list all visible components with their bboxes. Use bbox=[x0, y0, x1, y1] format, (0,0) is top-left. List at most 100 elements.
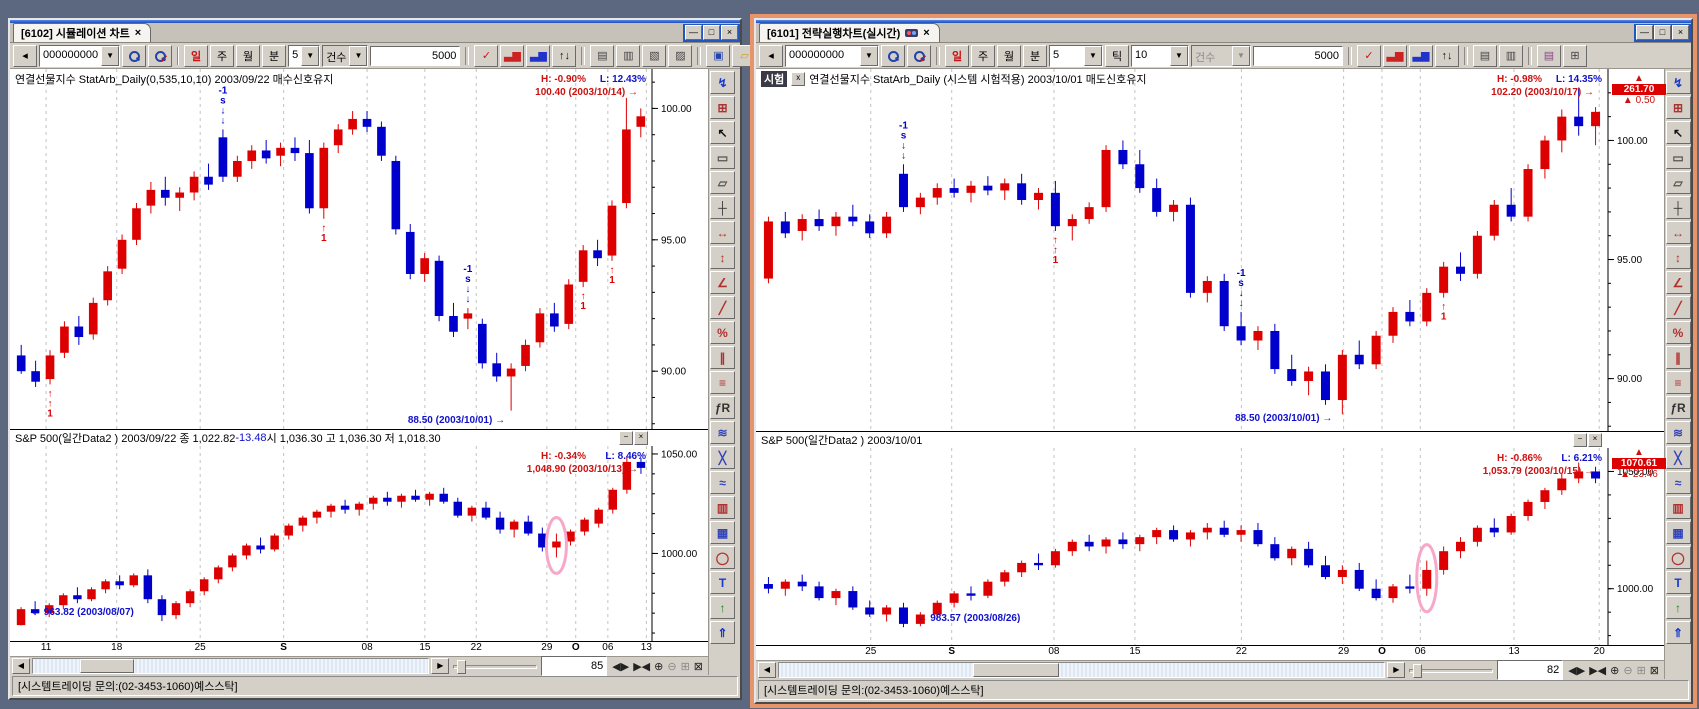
signal-check-icon[interactable]: ✓ bbox=[1357, 45, 1381, 67]
data-report-icon[interactable]: ▤ bbox=[590, 45, 614, 67]
zoom-out-icon[interactable]: ⊖ bbox=[1623, 664, 1632, 677]
grid-toggle-icon[interactable]: ⊞ bbox=[1637, 664, 1646, 677]
volume-histogram-icon[interactable]: ▃▆ bbox=[526, 45, 550, 67]
count-mode-combo[interactable]: 건수 ▼ bbox=[1191, 45, 1251, 67]
scroll-right-button[interactable]: ▶ bbox=[1387, 662, 1405, 678]
period-minute-button[interactable]: 분 bbox=[262, 45, 286, 67]
signal-check-icon[interactable]: ✓ bbox=[474, 45, 498, 67]
print-icon[interactable]: ▤ bbox=[1537, 45, 1561, 67]
zoom-out-icon[interactable]: ⊖ bbox=[667, 660, 676, 673]
select-region-icon[interactable]: ▭ bbox=[1666, 146, 1691, 169]
count-input[interactable] bbox=[370, 46, 460, 66]
percent-line-icon[interactable]: % bbox=[1666, 321, 1691, 344]
scroll-top-icon[interactable]: ⇑ bbox=[710, 621, 735, 644]
chart-copy-icon[interactable]: ▧ bbox=[642, 45, 666, 67]
sort-updown-icon[interactable]: ↑↓ bbox=[1435, 45, 1459, 67]
scrollbar-thumb[interactable] bbox=[973, 663, 1060, 677]
indicator-chart-icon[interactable]: ▦ bbox=[710, 521, 735, 544]
volume-chart-icon[interactable]: ▥ bbox=[710, 496, 735, 519]
period-month-button[interactable]: 월 bbox=[236, 45, 260, 67]
price-histogram-icon[interactable]: ▃▆ bbox=[1383, 45, 1407, 67]
save-icon[interactable]: ▣ bbox=[706, 45, 730, 67]
symbol-code-combo[interactable]: 000000000 ▼ bbox=[39, 45, 120, 67]
test-badge-close-button[interactable]: x bbox=[791, 72, 805, 86]
cursor-icon[interactable]: ↖ bbox=[710, 121, 735, 144]
horizontal-line-icon[interactable]: ↔ bbox=[1666, 221, 1691, 244]
chart-capture-icon[interactable]: ▨ bbox=[668, 45, 692, 67]
chart-layout-icon[interactable]: ⊞ bbox=[710, 96, 735, 119]
horizontal-line-icon[interactable]: ↔ bbox=[710, 221, 735, 244]
cursor-icon[interactable]: ↖ bbox=[1666, 121, 1691, 144]
scroll-right-button[interactable]: ▶ bbox=[431, 658, 449, 674]
close-button[interactable]: × bbox=[1672, 25, 1689, 40]
futures-candlestick-chart[interactable]: 100.0095.0090.00-1s↓↓↑↑1-1s↓↓↑1H: -0.98%… bbox=[756, 69, 1664, 431]
eraser-icon[interactable]: ▱ bbox=[1666, 171, 1691, 194]
scroll-left-button[interactable]: ◀ bbox=[12, 658, 30, 674]
tab-simulation-chart[interactable]: [6102] 시뮬레이션 차트 × bbox=[13, 23, 151, 42]
scroll-tabs-left-button[interactable]: ◂ bbox=[759, 45, 783, 67]
percent-line-icon[interactable]: % bbox=[710, 321, 735, 344]
sp500-candlestick-chart[interactable]: 1050.001000.00H: -0.86%L: 6.21%1,053.79 … bbox=[756, 448, 1664, 645]
trendline-icon[interactable]: ╱ bbox=[710, 296, 735, 319]
search-button[interactable] bbox=[881, 45, 905, 67]
symbol-code-combo[interactable]: 000000000 ▼ bbox=[785, 45, 879, 67]
scrollbar-thumb[interactable] bbox=[80, 659, 133, 673]
period-minute-button[interactable]: 분 bbox=[1023, 45, 1047, 67]
period-day-button[interactable]: 일 bbox=[945, 45, 969, 67]
zoom-slider-handle[interactable] bbox=[1413, 664, 1422, 678]
chart-layout-icon[interactable]: ⊞ bbox=[1666, 96, 1691, 119]
minimize-pane-button[interactable]: − bbox=[619, 431, 633, 445]
text-tool-icon[interactable]: T bbox=[710, 571, 735, 594]
minimize-button[interactable]: — bbox=[685, 25, 702, 40]
restore-button[interactable]: □ bbox=[703, 25, 720, 40]
minimize-pane-button[interactable]: − bbox=[1573, 433, 1587, 447]
wave-icon[interactable]: ≈ bbox=[1666, 471, 1691, 494]
realtime-report-icon[interactable]: ▥ bbox=[616, 45, 640, 67]
interval-combo[interactable]: 5 ▼ bbox=[288, 45, 320, 67]
vertical-line-icon[interactable]: ↕ bbox=[710, 246, 735, 269]
sp500-candlestick-chart[interactable]: 1050.001000.00H: -0.34%L: 8.46%1,048.90 … bbox=[10, 446, 708, 641]
volume-histogram-icon[interactable]: ▃▆ bbox=[1409, 45, 1433, 67]
trendline-icon[interactable]: ╱ bbox=[1666, 296, 1691, 319]
hatch-lines-icon[interactable]: ≋ bbox=[710, 421, 735, 444]
angle-tool-icon[interactable]: ∠ bbox=[1666, 271, 1691, 294]
channel-icon[interactable]: ∥ bbox=[710, 346, 735, 369]
close-pane-button[interactable]: × bbox=[1588, 433, 1602, 447]
eraser-icon[interactable]: ▱ bbox=[710, 171, 735, 194]
price-histogram-icon[interactable]: ▃▆ bbox=[500, 45, 524, 67]
crosshair-icon[interactable]: ┼ bbox=[710, 196, 735, 219]
chevron-down-icon[interactable]: ▼ bbox=[860, 46, 878, 66]
wave-icon[interactable]: ≈ bbox=[710, 471, 735, 494]
tab-close-icon[interactable]: × bbox=[135, 27, 141, 39]
period-week-button[interactable]: 주 bbox=[210, 45, 234, 67]
chevron-down-icon[interactable]: ▼ bbox=[349, 46, 367, 66]
data-report-icon[interactable]: ▤ bbox=[1473, 45, 1497, 67]
cross-lines-icon[interactable]: ╳ bbox=[710, 446, 735, 469]
ellipse-tool-icon[interactable]: ◯ bbox=[1666, 546, 1691, 569]
restore-button[interactable]: □ bbox=[1654, 25, 1671, 40]
zoom-slider[interactable] bbox=[451, 659, 539, 673]
arrow-marker-icon[interactable]: ↑ bbox=[710, 596, 735, 619]
run-strategy-icon[interactable]: ↯ bbox=[710, 71, 735, 94]
minimize-button[interactable]: — bbox=[1636, 25, 1653, 40]
zoom-in-icon[interactable]: ⊕ bbox=[654, 660, 663, 673]
indicator-chart-icon[interactable]: ▦ bbox=[1666, 521, 1691, 544]
crosshair-icon[interactable]: ┼ bbox=[1666, 196, 1691, 219]
vertical-line-icon[interactable]: ↕ bbox=[1666, 246, 1691, 269]
search-select-button[interactable]: ↙ bbox=[907, 45, 931, 67]
count-input[interactable] bbox=[1253, 46, 1343, 66]
visible-candles-input[interactable] bbox=[541, 656, 607, 676]
scrollbar-track[interactable] bbox=[32, 658, 429, 674]
tick-interval-combo[interactable]: 10 ▼ bbox=[1131, 45, 1189, 67]
grid-view-icon[interactable]: ⊞ bbox=[1563, 45, 1587, 67]
count-mode-combo[interactable]: 건수 ▼ bbox=[322, 45, 368, 67]
futures-candlestick-chart[interactable]: 100.0095.0090.00↑↑1-1s↓↓↑1-1s↓↓↑1↑1H: -0… bbox=[10, 69, 708, 429]
run-strategy-icon[interactable]: ↯ bbox=[1666, 71, 1691, 94]
close-pane-button[interactable]: × bbox=[634, 431, 648, 445]
chevron-down-icon[interactable]: ▼ bbox=[1232, 46, 1250, 66]
fibonacci-icon[interactable]: ≡ bbox=[710, 371, 735, 394]
zoom-slider-handle[interactable] bbox=[457, 660, 466, 674]
zoom-slider[interactable] bbox=[1407, 663, 1495, 677]
period-tick-button[interactable]: 틱 bbox=[1105, 45, 1129, 67]
ellipse-tool-icon[interactable]: ◯ bbox=[710, 546, 735, 569]
